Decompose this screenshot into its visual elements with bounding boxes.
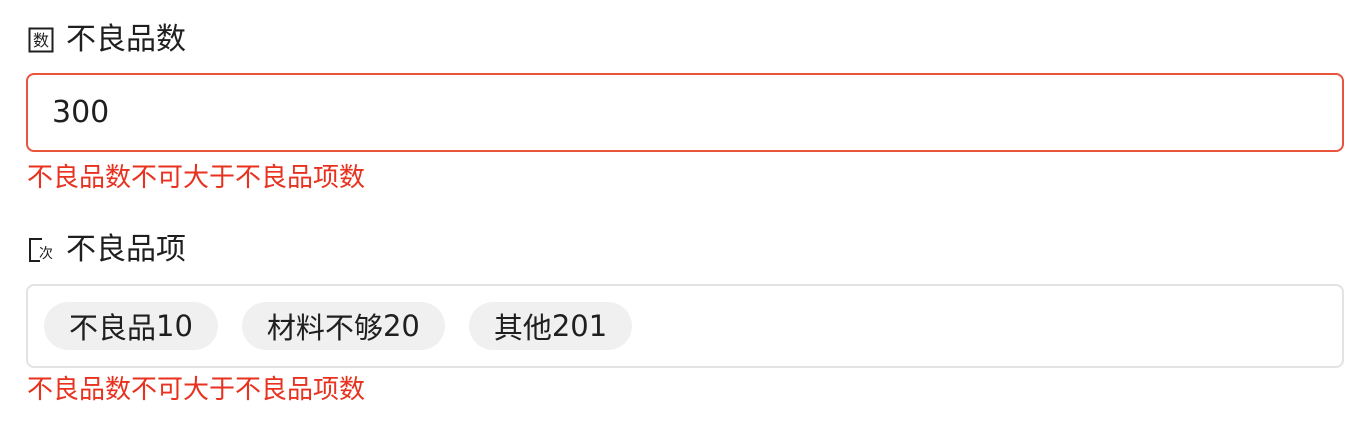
defect-count-label-text: 不良品数 — [66, 22, 186, 57]
tag-name: 材料不够 — [266, 311, 383, 345]
defect-count-error: 不良品数不可大于不良品项数 — [27, 163, 366, 193]
defect-items-tag-input[interactable]: 不良品 10 材料不够 20 其他 201 — [26, 284, 1344, 368]
tag-name: 不良品 — [69, 311, 157, 345]
tag-defect[interactable]: 不良品 10 — [44, 302, 218, 350]
tag-field-icon: 次 — [28, 237, 54, 263]
tag-other[interactable]: 其他 201 — [468, 302, 633, 350]
defect-count-value: 300 — [52, 95, 110, 130]
defect-items-error: 不良品数不可大于不良品项数 — [27, 375, 366, 405]
svg-text:数: 数 — [33, 31, 49, 50]
tag-count: 201 — [551, 309, 608, 343]
tag-count: 20 — [382, 309, 420, 343]
tag-insufficient-material[interactable]: 材料不够 20 — [241, 302, 445, 350]
number-field-icon: 数 — [28, 27, 54, 53]
defect-items-label-text: 不良品项 — [66, 232, 186, 267]
svg-text:次: 次 — [39, 246, 53, 262]
defect-count-label: 数 不良品数 — [28, 20, 186, 60]
defect-count-input[interactable]: 300 — [26, 73, 1344, 152]
defect-items-label: 次 不良品项 — [28, 230, 186, 270]
tag-name: 其他 — [493, 311, 552, 345]
tag-count: 10 — [156, 309, 193, 343]
